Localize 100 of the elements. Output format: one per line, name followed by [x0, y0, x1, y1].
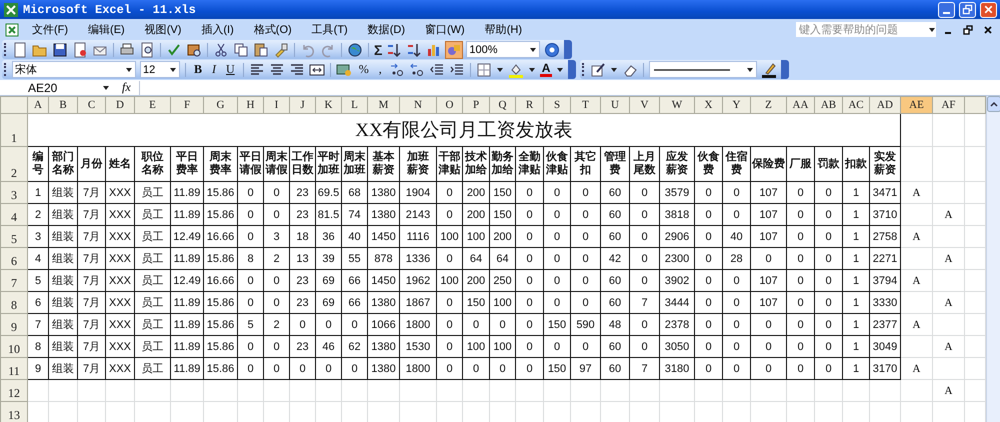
- help-search-field[interactable]: 键入需要帮助的问题: [796, 22, 936, 37]
- restore-icon[interactable]: [963, 24, 973, 34]
- column-header[interactable]: A: [28, 96, 48, 114]
- caret-icon[interactable]: [928, 26, 936, 34]
- name-box[interactable]: AE20: [0, 80, 114, 94]
- menu-item[interactable]: 文件(F): [24, 22, 76, 37]
- caret-icon[interactable]: [556, 66, 564, 74]
- column-header[interactable]: D: [106, 96, 134, 114]
- row-header[interactable]: 1: [0, 114, 28, 146]
- toolbar-options-button[interactable]: [564, 40, 572, 59]
- scroll-up-icon[interactable]: [987, 96, 1000, 112]
- borders-icon[interactable]: [476, 62, 492, 78]
- spreadsheet-icon[interactable]: [4, 22, 20, 38]
- column-header[interactable]: C: [78, 96, 106, 114]
- column-header[interactable]: AB: [814, 96, 842, 114]
- minimize-button[interactable]: [938, 2, 955, 18]
- row-header[interactable]: 9: [0, 314, 28, 336]
- text-style-button[interactable]: B: [191, 62, 206, 77]
- restore-button[interactable]: [959, 2, 976, 18]
- column-header[interactable]: AC: [842, 96, 870, 114]
- column-header[interactable]: Q: [490, 96, 516, 114]
- column-header[interactable]: S: [544, 96, 570, 114]
- line-color-icon[interactable]: [761, 62, 778, 78]
- column-header[interactable]: AF: [932, 96, 964, 114]
- column-header[interactable]: R: [516, 96, 544, 114]
- column-header[interactable]: P: [462, 96, 490, 114]
- cut-icon[interactable]: [213, 42, 229, 58]
- fill-color-icon[interactable]: [508, 62, 524, 78]
- column-header[interactable]: AA: [786, 96, 814, 114]
- column-header[interactable]: O: [436, 96, 462, 114]
- row-header[interactable]: 4: [0, 204, 28, 226]
- menu-item[interactable]: 数据(D): [360, 22, 413, 37]
- increase-indent-icon[interactable]: [448, 62, 465, 78]
- row-header[interactable]: 8: [0, 292, 28, 314]
- font-field[interactable]: 宋体: [12, 61, 136, 78]
- menu-item[interactable]: 编辑(E): [80, 22, 133, 37]
- print-icon[interactable]: [119, 42, 135, 58]
- text-style-button[interactable]: I: [209, 62, 220, 77]
- row-header[interactable]: 3: [0, 182, 28, 204]
- column-header[interactable]: V: [630, 96, 660, 114]
- column-header[interactable]: F: [170, 96, 204, 114]
- sort-ascending-icon[interactable]: [386, 42, 402, 58]
- text-style-button[interactable]: U: [223, 62, 238, 77]
- percent-style-button[interactable]: %: [356, 62, 372, 77]
- column-header[interactable]: K: [316, 96, 342, 114]
- column-header[interactable]: Y: [722, 96, 750, 114]
- save-icon[interactable]: [52, 42, 68, 58]
- row-header[interactable]: 5: [0, 226, 28, 248]
- column-header[interactable]: E: [134, 96, 170, 114]
- row-header[interactable]: 12: [0, 380, 28, 402]
- caret-icon[interactable]: [102, 84, 110, 92]
- new-file-icon[interactable]: [12, 42, 28, 58]
- font-size-field[interactable]: 12: [140, 61, 180, 78]
- row-header[interactable]: 6: [0, 248, 28, 270]
- increase-decimal-icon[interactable]: [388, 62, 405, 78]
- row-header[interactable]: 13: [0, 402, 28, 422]
- column-header[interactable]: T: [570, 96, 600, 114]
- menu-item[interactable]: 窗口(W): [417, 22, 473, 37]
- menu-item[interactable]: 工具(T): [304, 22, 356, 37]
- caret-icon[interactable]: [528, 66, 536, 74]
- close-button[interactable]: [980, 2, 997, 18]
- menu-item[interactable]: 帮助(H): [476, 22, 530, 37]
- sort-descending-icon[interactable]: [406, 42, 422, 58]
- column-header[interactable]: M: [368, 96, 400, 114]
- column-header[interactable]: N: [400, 96, 436, 114]
- column-header[interactable]: AD: [870, 96, 900, 114]
- comma-style-button[interactable]: ,: [376, 62, 385, 77]
- caret-icon[interactable]: [169, 66, 177, 74]
- help-icon[interactable]: [544, 42, 560, 58]
- column-header[interactable]: H: [238, 96, 264, 114]
- column-header[interactable]: X: [694, 96, 722, 114]
- decrease-decimal-icon[interactable]: [408, 62, 425, 78]
- merge-cells-icon[interactable]: [308, 62, 325, 78]
- caret-icon[interactable]: [610, 66, 618, 74]
- toolbar-options-button[interactable]: [568, 60, 576, 79]
- copy-icon[interactable]: [233, 42, 249, 58]
- column-header[interactable]: L: [342, 96, 368, 114]
- row-header[interactable]: 11: [0, 358, 28, 380]
- spelling-icon[interactable]: [166, 42, 182, 58]
- caret-icon[interactable]: [746, 66, 754, 74]
- row-header[interactable]: 10: [0, 336, 28, 358]
- globe-icon[interactable]: [347, 42, 363, 58]
- caret-icon[interactable]: [529, 46, 538, 54]
- print-preview-icon[interactable]: [139, 42, 155, 58]
- column-header[interactable]: J: [290, 96, 316, 114]
- format-painter-icon[interactable]: [273, 42, 289, 58]
- menu-item[interactable]: 格式(O): [246, 22, 300, 37]
- menu-item[interactable]: 视图(V): [136, 22, 190, 37]
- column-header[interactable]: Z: [750, 96, 786, 114]
- row-header[interactable]: 7: [0, 270, 28, 292]
- caret-icon[interactable]: [125, 66, 133, 74]
- paste-icon[interactable]: [253, 42, 269, 58]
- close-icon[interactable]: [983, 24, 993, 34]
- caret-icon[interactable]: [496, 66, 504, 74]
- column-header[interactable]: G: [204, 96, 238, 114]
- decrease-indent-icon[interactable]: [428, 62, 445, 78]
- column-header[interactable]: W: [660, 96, 694, 114]
- line-style-field[interactable]: [649, 61, 758, 78]
- align-right-icon[interactable]: [288, 62, 305, 78]
- sum-button[interactable]: Σ: [374, 42, 382, 58]
